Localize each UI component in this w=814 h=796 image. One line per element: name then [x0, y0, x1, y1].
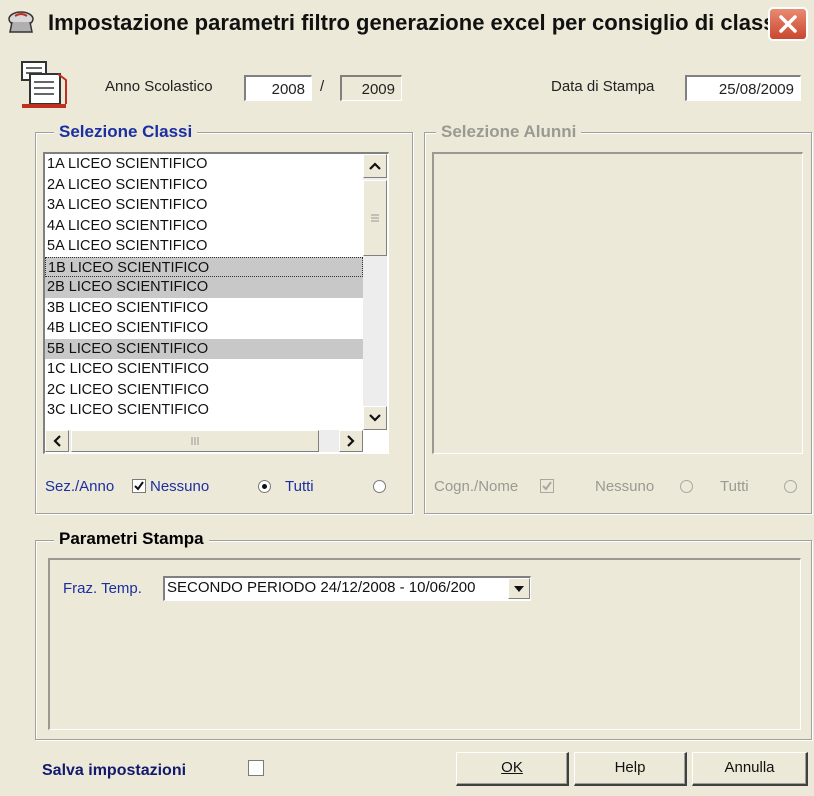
scroll-down-button[interactable]	[363, 406, 387, 430]
dropdown-button[interactable]	[508, 578, 530, 599]
app-icon	[6, 10, 36, 36]
selezione-alunni-title: Selezione Alunni	[436, 122, 582, 142]
anno-start-field[interactable]: 2008	[244, 75, 312, 101]
classe-list-item[interactable]: 3C LICEO SCIENTIFICO	[45, 400, 363, 421]
anno-scolastico-label: Anno Scolastico	[105, 78, 213, 95]
checkmark-icon	[134, 481, 144, 491]
salva-impostazioni-checkbox[interactable]	[248, 760, 264, 776]
annulla-label: Annulla	[724, 759, 775, 776]
chevron-left-icon	[53, 435, 61, 447]
classe-list-item[interactable]: 3B LICEO SCIENTIFICO	[45, 298, 363, 319]
classe-list-item[interactable]: 2C LICEO SCIENTIFICO	[45, 380, 363, 401]
parametri-stampa-title: Parametri Stampa	[54, 529, 209, 549]
close-button[interactable]	[768, 7, 808, 41]
scroll-right-button[interactable]	[339, 430, 363, 452]
classi-vertical-scrollbar[interactable]	[363, 154, 387, 430]
nessuno-label: Nessuno	[150, 478, 210, 495]
salva-impostazioni-label: Salva impostazioni	[42, 762, 187, 779]
tutti-radio[interactable]	[373, 480, 386, 493]
data-stampa-field[interactable]: 25/08/2009	[685, 75, 801, 101]
cogn-nome-label: Cogn./Nome	[434, 478, 519, 495]
cogn-nome-checkbox	[540, 479, 554, 493]
classe-list-item[interactable]: 1A LICEO SCIENTIFICO	[45, 154, 363, 175]
classe-list-item[interactable]: 4A LICEO SCIENTIFICO	[45, 216, 363, 237]
checkmark-icon	[542, 481, 552, 491]
ok-button[interactable]: OK	[456, 752, 569, 786]
alunni-nessuno-radio	[680, 480, 693, 493]
nessuno-radio[interactable]	[258, 480, 271, 493]
data-stampa-label: Data di Stampa	[551, 78, 655, 95]
sez-anno-label: Sez./Anno	[45, 478, 115, 495]
alunni-list	[432, 152, 803, 454]
window-title: Impostazione parametri filtro generazion…	[48, 10, 788, 35]
fraz-temp-select[interactable]: SECONDO PERIODO 24/12/2008 - 10/06/200	[163, 576, 531, 601]
classe-list-item[interactable]: 3A LICEO SCIENTIFICO	[45, 195, 363, 216]
help-label: Help	[614, 759, 646, 776]
grip-icon	[371, 214, 379, 222]
scroll-thumb[interactable]	[363, 180, 387, 256]
classi-list[interactable]: 1A LICEO SCIENTIFICO 2A LICEO SCIENTIFICO…	[43, 152, 389, 454]
anno-separator: /	[320, 78, 325, 95]
classe-list-item[interactable]: 2A LICEO SCIENTIFICO	[45, 175, 363, 196]
anno-end-field: 2009	[340, 75, 402, 101]
scroll-left-button[interactable]	[45, 430, 69, 452]
report-icon	[18, 58, 70, 110]
dropdown-arrow-icon	[514, 585, 524, 592]
fraz-temp-label: Fraz. Temp.	[63, 580, 142, 597]
close-icon	[779, 15, 797, 33]
classe-list-item[interactable]: 1C LICEO SCIENTIFICO	[45, 359, 363, 380]
grip-icon	[191, 437, 199, 445]
alunni-nessuno-label: Nessuno	[595, 478, 655, 495]
tutti-label: Tutti	[285, 478, 314, 495]
chevron-down-icon	[369, 414, 381, 422]
chevron-up-icon	[369, 162, 381, 170]
help-button[interactable]: Help	[574, 752, 687, 786]
classe-list-item[interactable]: 1B LICEO SCIENTIFICO	[45, 256, 363, 277]
classi-horizontal-scrollbar[interactable]	[45, 430, 363, 452]
alunni-tutti-radio	[784, 480, 797, 493]
alunni-tutti-label: Tutti	[720, 478, 749, 495]
sez-anno-checkbox[interactable]	[132, 479, 146, 493]
selezione-classi-title: Selezione Classi	[54, 122, 198, 142]
classe-list-item[interactable]: 4B LICEO SCIENTIFICO	[45, 318, 363, 339]
fraz-temp-value: SECONDO PERIODO 24/12/2008 - 10/06/200	[167, 579, 476, 596]
classe-list-item[interactable]: 2B LICEO SCIENTIFICO	[45, 277, 363, 298]
annulla-button[interactable]: Annulla	[692, 752, 808, 786]
classe-list-item[interactable]: 5B LICEO SCIENTIFICO	[45, 338, 363, 359]
chevron-right-icon	[347, 435, 355, 447]
scroll-up-button[interactable]	[363, 154, 387, 178]
ok-label: OK	[501, 759, 523, 776]
horizontal-scroll-thumb[interactable]	[71, 430, 319, 452]
classe-list-item[interactable]: 5A LICEO SCIENTIFICO	[45, 236, 363, 257]
